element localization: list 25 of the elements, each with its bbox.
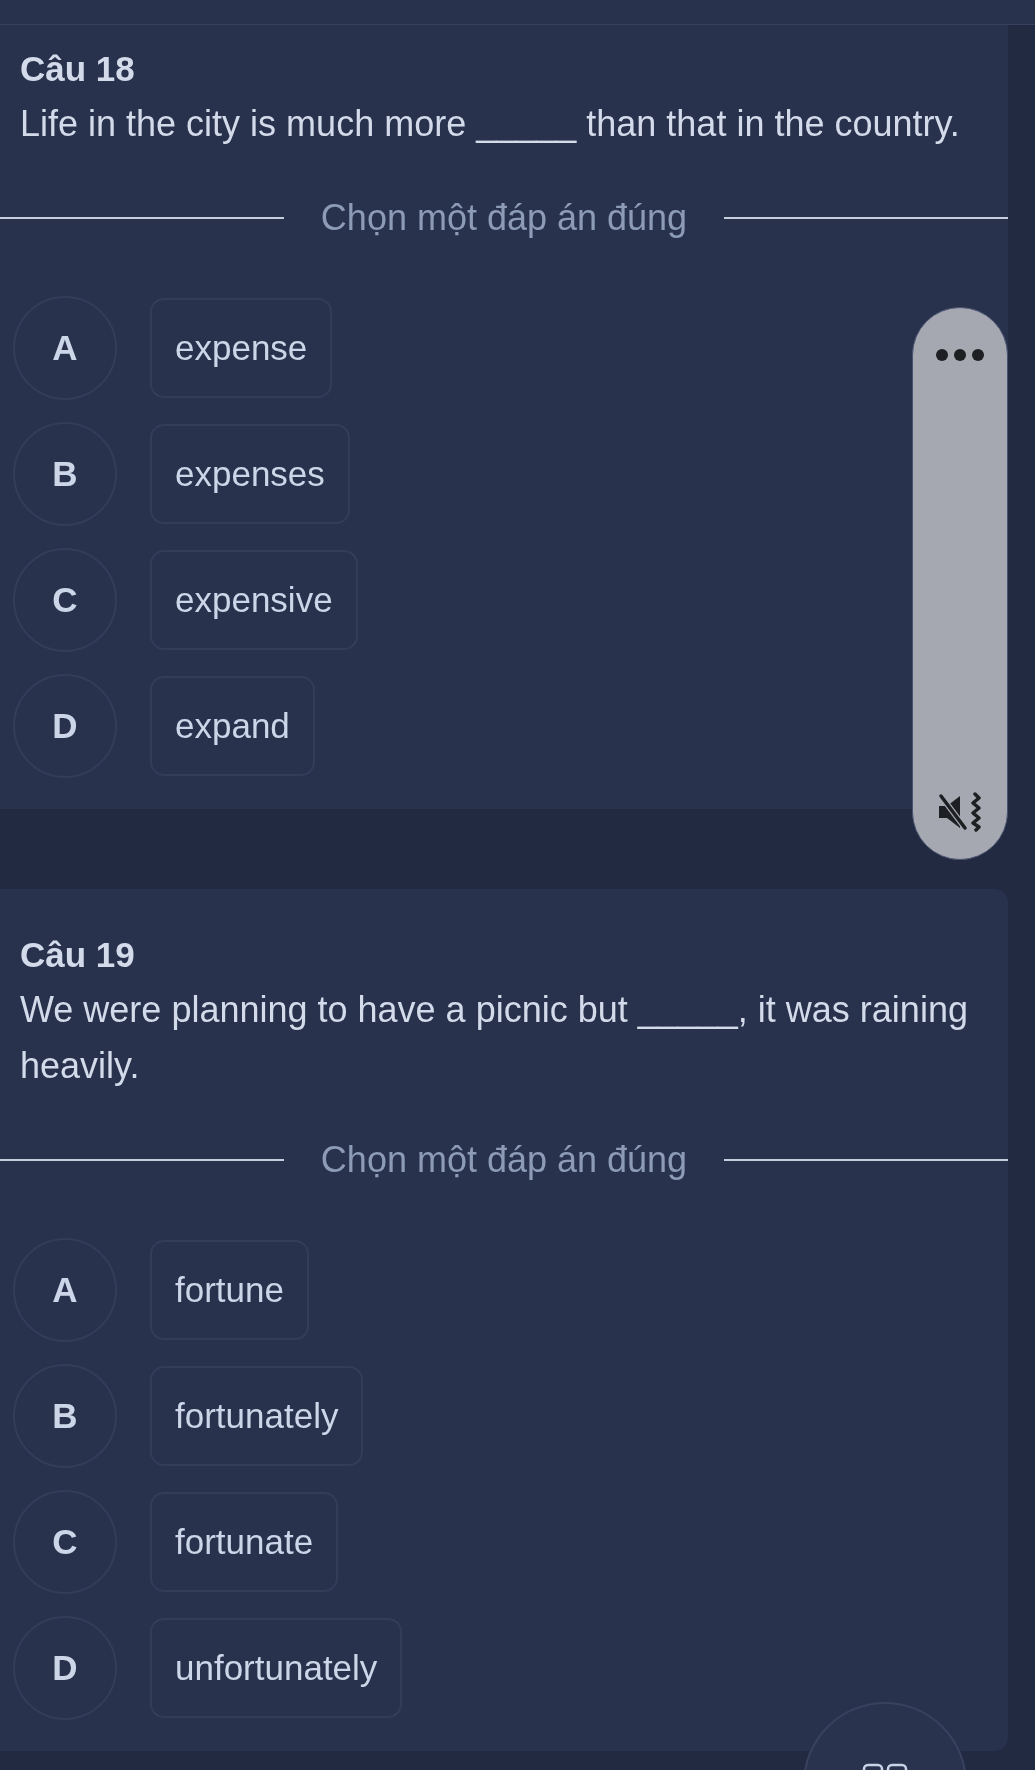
mute-icon[interactable] — [938, 792, 982, 832]
squares-icon — [862, 1763, 908, 1770]
question-text: We were planning to have a picnic but _____, it was raining heavily. — [20, 988, 969, 1088]
option-letter-button[interactable]: B — [13, 422, 117, 526]
more-icon[interactable] — [936, 349, 984, 361]
question-text: Life in the city is much more _____ than that in the country. — [20, 102, 961, 146]
question-number: Câu 19 — [20, 934, 136, 976]
answer-option-button[interactable]: fortune — [150, 1240, 309, 1340]
answer-option-button[interactable]: expensive — [150, 550, 358, 650]
answer-option-button[interactable]: expand — [150, 676, 315, 776]
answer-option-button[interactable]: fortunate — [150, 1492, 339, 1592]
option-letter-button[interactable]: B — [13, 1364, 117, 1468]
answer-option-button[interactable]: expenses — [150, 424, 350, 524]
option-letter-button[interactable]: D — [13, 674, 117, 778]
answer-prompt: Chọn một đáp án đúng — [320, 1139, 688, 1181]
question-number: Câu 18 — [20, 48, 136, 90]
option-letter-button[interactable]: C — [13, 1490, 117, 1594]
answer-option-button[interactable]: unfortunately — [150, 1618, 403, 1718]
option-letter-button[interactable]: C — [13, 548, 117, 652]
answer-option-button[interactable]: expense — [150, 298, 333, 398]
option-letter-button[interactable]: A — [13, 1238, 117, 1342]
answer-prompt: Chọn một đáp án đúng — [320, 197, 688, 239]
option-letter-button[interactable]: A — [13, 296, 117, 400]
option-letter-button[interactable]: D — [13, 1616, 117, 1720]
answer-option-button[interactable]: fortunately — [150, 1366, 364, 1466]
